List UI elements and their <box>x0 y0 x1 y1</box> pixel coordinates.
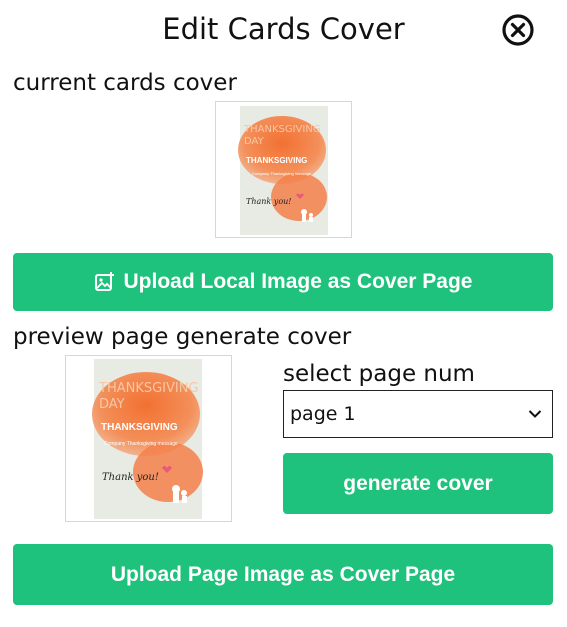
page-select-label: select page num <box>283 361 475 387</box>
generate-cover-label: generate cover <box>343 471 493 495</box>
card-message: Company Thanksgiving message <box>252 171 312 176</box>
dialog-title: Edit Cards Cover <box>162 12 405 46</box>
upload-page-image-button[interactable]: Upload Page Image as Cover Page <box>13 544 553 605</box>
card-subtitle: THANKSGIVING <box>101 422 178 433</box>
upload-local-image-label: Upload Local Image as Cover Page <box>123 270 473 293</box>
card-heading-1: THANKSGIVING <box>98 381 199 396</box>
card-signature: Thank you! <box>102 472 159 483</box>
page-select-value: page 1 <box>290 403 356 425</box>
image-plus-icon <box>94 272 114 291</box>
current-cover-image: THANKSGIVING DAY THANKSGIVING Company Th… <box>238 106 328 235</box>
card-message: Company Thanksgiving message <box>104 441 178 447</box>
close-icon <box>502 14 534 46</box>
card-heading-1: THANKSGIVING <box>243 124 321 135</box>
card-subtitle: THANKSGIVING <box>246 156 307 165</box>
card-signature: Thank you! <box>246 197 292 206</box>
preview-cover-label: preview page generate cover <box>13 324 352 350</box>
upload-page-image-label: Upload Page Image as Cover Page <box>110 562 456 586</box>
chevron-down-icon <box>528 410 542 418</box>
preview-cover-image: THANKSGIVING DAY THANKSGIVING Company Th… <box>92 359 203 519</box>
page-select[interactable]: page 1 <box>283 390 553 438</box>
upload-local-image-button[interactable]: Upload Local Image as Cover Page <box>13 253 553 311</box>
generate-cover-button[interactable]: generate cover <box>283 453 553 514</box>
current-cover-thumbnail[interactable]: THANKSGIVING DAY THANKSGIVING Company Th… <box>215 101 352 238</box>
card-heading-2: DAY <box>99 397 125 412</box>
card-heading-2: DAY <box>244 136 265 147</box>
preview-cover-thumbnail[interactable]: THANKSGIVING DAY THANKSGIVING Company Th… <box>65 355 232 522</box>
close-button[interactable] <box>501 13 535 47</box>
current-cover-label: current cards cover <box>13 70 237 96</box>
